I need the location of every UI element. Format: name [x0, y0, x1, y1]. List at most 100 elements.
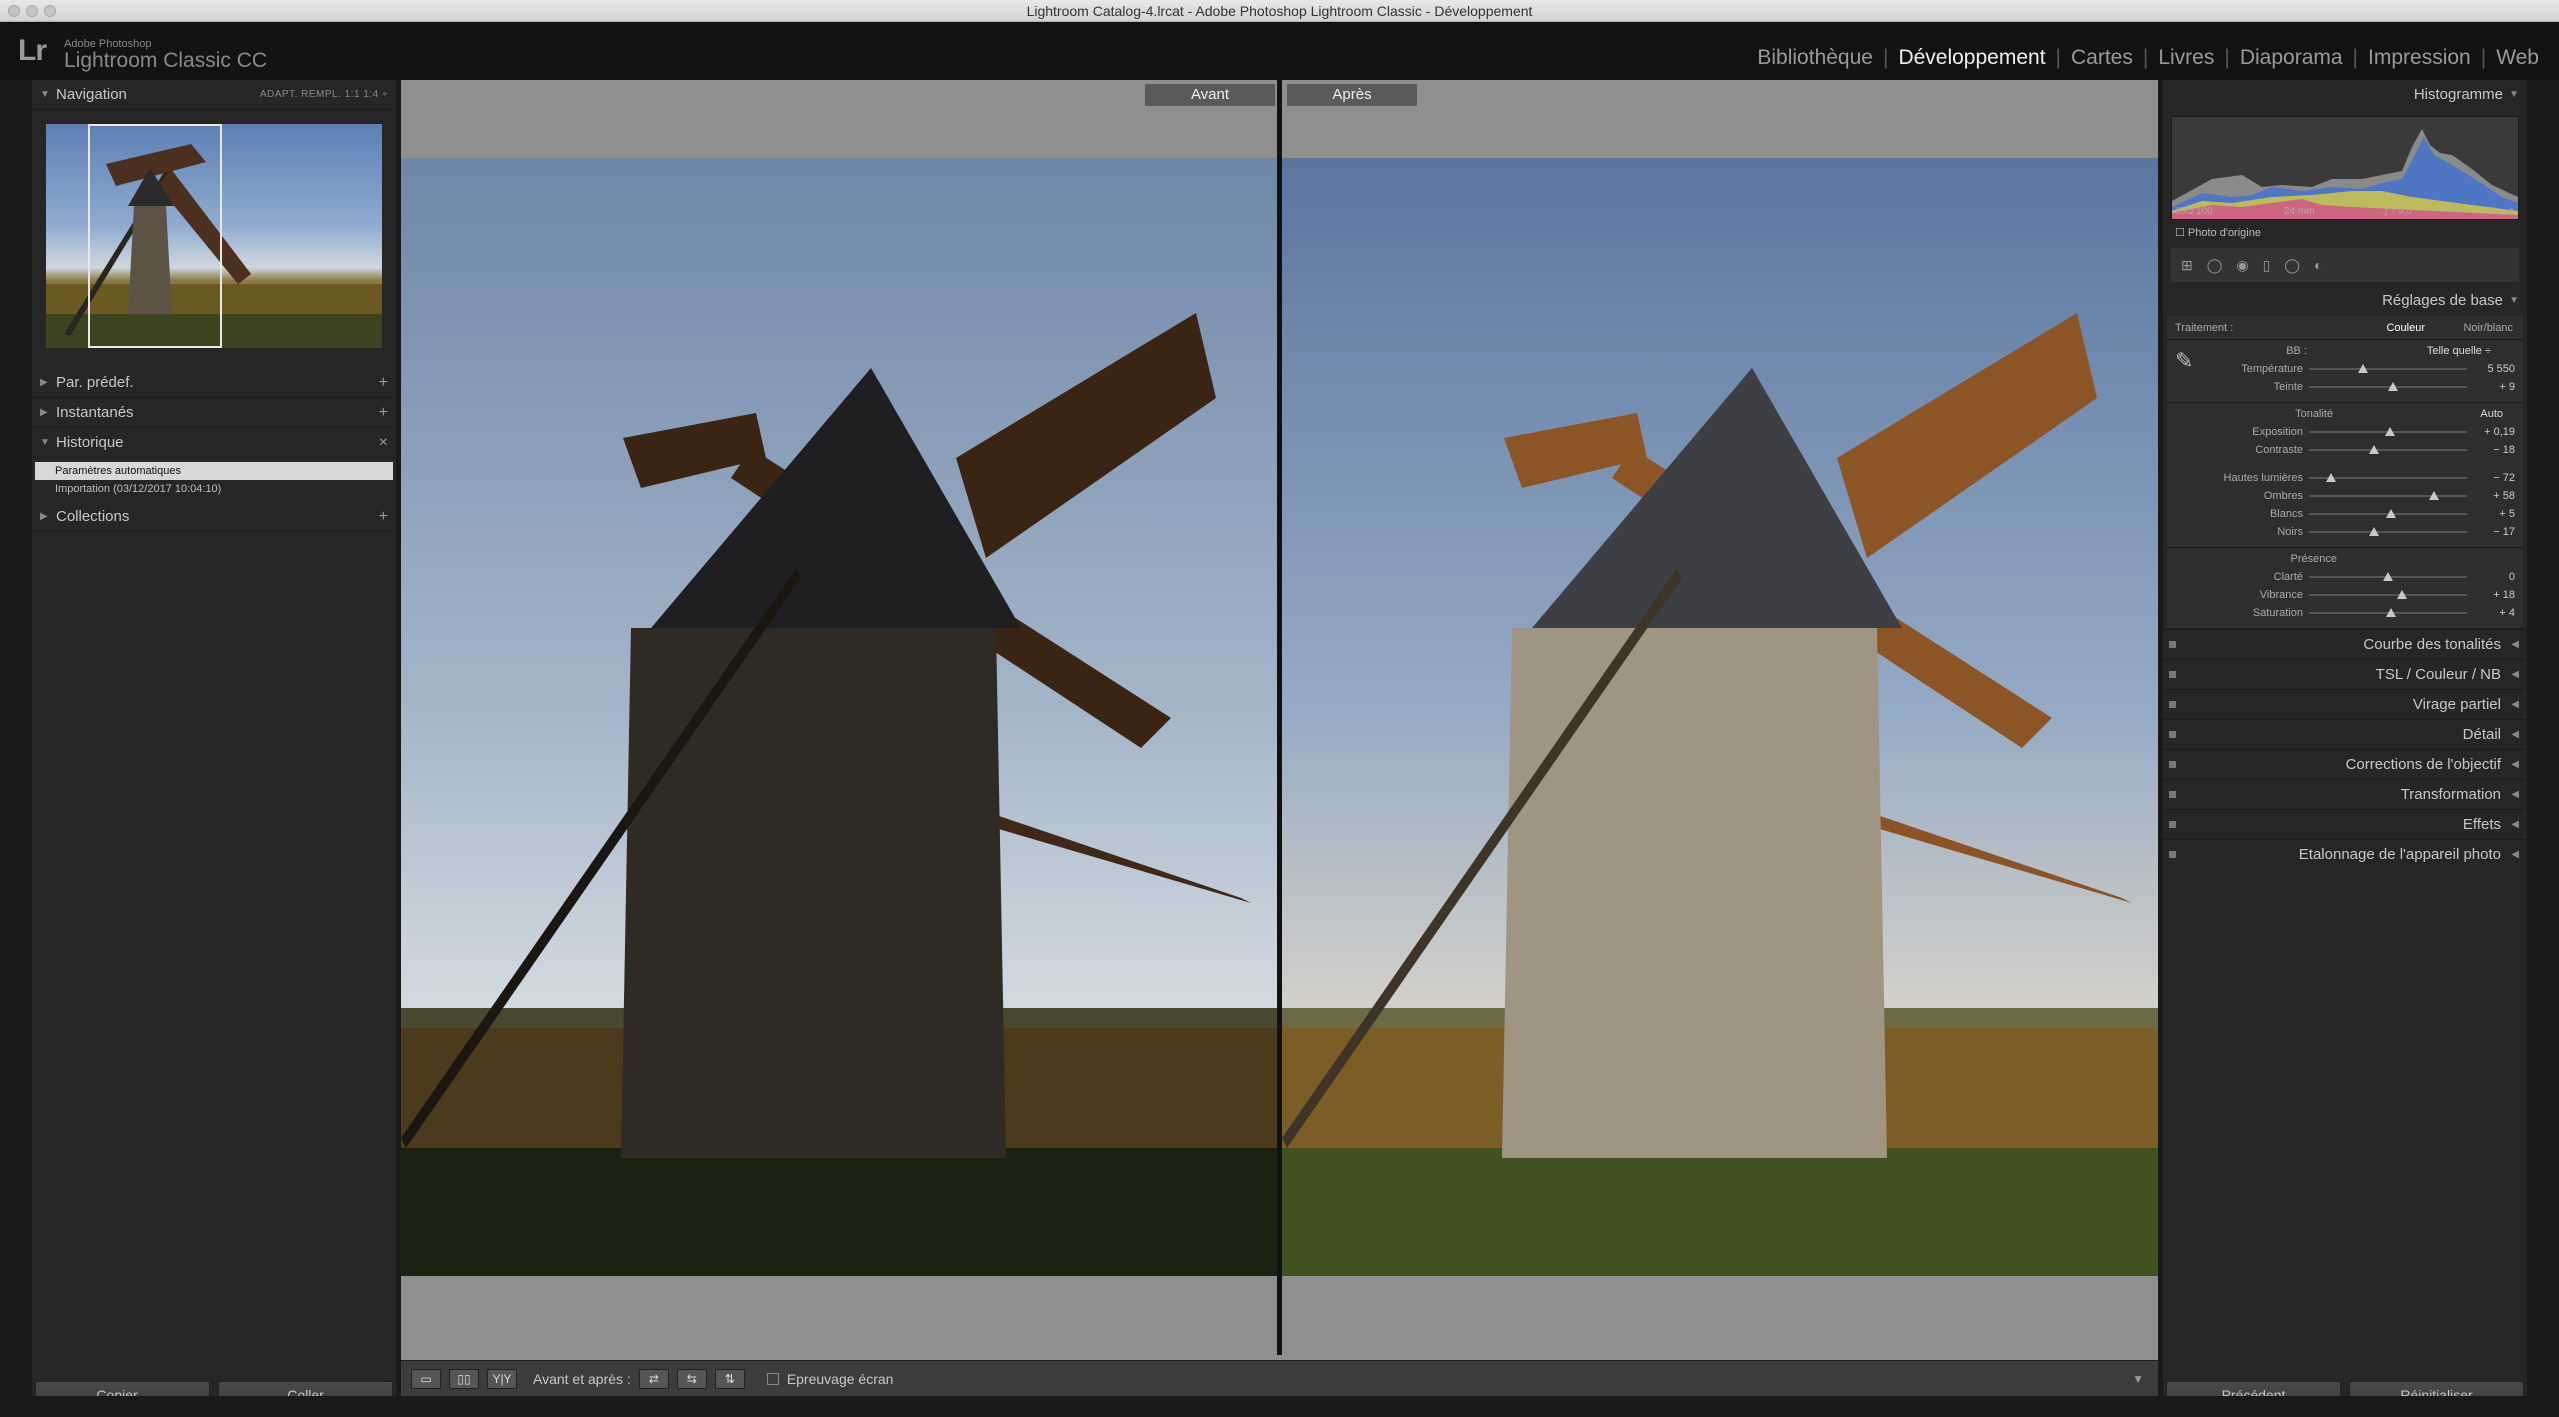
slider-value[interactable]: + 9	[2471, 378, 2515, 396]
presets-panel-header[interactable]: ▶ Par. prédef. +	[32, 368, 396, 398]
module-6[interactable]: Web	[2486, 46, 2549, 70]
loupe-view-button[interactable]: ▭	[411, 1368, 441, 1389]
before-after-mode-button[interactable]: Y|Y	[487, 1368, 517, 1389]
minimize-window-button[interactable]	[26, 5, 38, 17]
module-2[interactable]: Cartes	[2061, 46, 2143, 70]
slider-value[interactable]: 0	[2471, 568, 2515, 586]
slider-value[interactable]: − 18	[2471, 441, 2515, 459]
crop-icon[interactable]: ⊞	[2181, 257, 2193, 274]
panel-header-7[interactable]: Etalonnage de l'appareil photo ◀	[2163, 839, 2527, 869]
swap-before-after-button[interactable]: ⇅	[714, 1368, 745, 1389]
slider-track[interactable]	[2309, 368, 2467, 370]
slider-value[interactable]: + 18	[2471, 586, 2515, 604]
slider-track[interactable]	[2309, 531, 2467, 533]
zoom-options[interactable]: ADAPT. REMPL. 1:1 1:4 ÷	[260, 80, 388, 110]
adjustment-brush-icon[interactable]: ◐	[2314, 257, 2322, 273]
graduated-filter-icon[interactable]: ▯	[2263, 257, 2271, 274]
navigator-zoom-frame[interactable]	[88, 124, 222, 348]
bw-treatment-option[interactable]: Noir/blanc	[2463, 322, 2513, 334]
module-4[interactable]: Diaporama	[2230, 46, 2353, 70]
slider-track[interactable]	[2309, 594, 2467, 596]
slider-thumb[interactable]	[2383, 572, 2393, 581]
panel-header-4[interactable]: Corrections de l'objectif ◀	[2163, 749, 2527, 779]
slider-value[interactable]: − 17	[2471, 523, 2515, 541]
tone-row: Tonalité Auto	[2167, 405, 2523, 423]
panel-switch-icon[interactable]	[2169, 791, 2176, 798]
slider-thumb[interactable]	[2384, 427, 2395, 436]
panel-switch-icon[interactable]	[2169, 821, 2176, 828]
wb-dropdown[interactable]: Telle quelle ÷	[2427, 342, 2491, 360]
slider-thumb[interactable]	[2368, 527, 2379, 536]
slider-thumb[interactable]	[2428, 491, 2439, 500]
red-eye-icon[interactable]: ◉	[2236, 257, 2248, 274]
slider-thumb[interactable]	[2386, 608, 2397, 617]
module-5[interactable]: Impression	[2358, 46, 2481, 70]
histogram-display[interactable]: ISO 100 24 mm ƒ / 9,0 ¹⁄₄₀₀ s	[2171, 116, 2519, 220]
panel-switch-icon[interactable]	[2169, 641, 2176, 648]
slider-value[interactable]: + 0,19	[2471, 423, 2515, 441]
compare-view-button[interactable]: ▯▯	[449, 1368, 479, 1389]
slider-thumb[interactable]	[2368, 445, 2379, 454]
navigator-preview[interactable]	[46, 124, 382, 348]
slider-thumb[interactable]	[2357, 364, 2368, 373]
slider-track[interactable]	[2309, 495, 2467, 497]
copy-after-to-before-button[interactable]: ⇆	[676, 1368, 707, 1389]
panel-switch-icon[interactable]	[2169, 851, 2176, 858]
panel-header-3[interactable]: Détail ◀	[2163, 719, 2527, 749]
panel-header-2[interactable]: Virage partiel ◀	[2163, 689, 2527, 719]
panel-switch-icon[interactable]	[2169, 701, 2176, 708]
spot-removal-icon[interactable]: ◯	[2207, 257, 2223, 274]
slider-row: Saturation + 4	[2167, 604, 2523, 622]
slider-track[interactable]	[2309, 449, 2467, 451]
slider-value[interactable]: + 4	[2471, 604, 2515, 622]
before-photo[interactable]	[401, 158, 1277, 1276]
panel-switch-icon[interactable]	[2169, 731, 2176, 738]
panel-header-1[interactable]: TSL / Couleur / NB ◀	[2163, 659, 2527, 689]
history-item[interactable]: Importation (03/12/2017 10:04:10)	[35, 480, 393, 498]
slider-value[interactable]: − 72	[2471, 469, 2515, 487]
module-1[interactable]: Développement	[1888, 46, 2055, 70]
panel-header-0[interactable]: Courbe des tonalités ◀	[2163, 629, 2527, 659]
add-collection-icon[interactable]: +	[379, 502, 388, 532]
collections-panel-header[interactable]: ▶ Collections +	[32, 502, 396, 532]
basic-panel-header[interactable]: Réglages de base ▼	[2163, 286, 2527, 316]
slider-value[interactable]: 5 550	[2471, 360, 2515, 378]
slider-thumb[interactable]	[2386, 509, 2397, 518]
toolbar-menu-icon[interactable]: ▼	[2132, 1372, 2144, 1386]
slider-value[interactable]: + 5	[2471, 505, 2515, 523]
copy-before-to-after-button[interactable]: ⇄	[638, 1368, 669, 1389]
presence-label: Présence	[2290, 553, 2337, 565]
after-photo[interactable]	[1282, 158, 2158, 1276]
add-preset-icon[interactable]: +	[379, 368, 388, 398]
histogram-panel-header[interactable]: Histogramme ▼	[2163, 80, 2527, 110]
slider-thumb[interactable]	[2326, 473, 2337, 482]
module-0[interactable]: Bibliothèque	[1747, 46, 1883, 70]
snapshots-panel-header[interactable]: ▶ Instantanés +	[32, 398, 396, 428]
original-photo-toggle[interactable]: ☐ Photo d'origine	[2163, 220, 2527, 244]
navigation-panel-header[interactable]: ▼ Navigation ADAPT. REMPL. 1:1 1:4 ÷	[32, 80, 396, 110]
color-treatment-option[interactable]: Couleur	[2386, 322, 2425, 334]
slider-thumb[interactable]	[2397, 590, 2408, 599]
slider-row: Exposition + 0,19	[2167, 423, 2523, 441]
module-3[interactable]: Livres	[2148, 46, 2224, 70]
auto-tone-button[interactable]: Auto	[2480, 405, 2503, 423]
left-panel-edge[interactable]	[0, 80, 28, 1413]
expand-triangle-icon: ▶	[40, 511, 48, 522]
radial-filter-icon[interactable]: ◯	[2284, 257, 2300, 274]
clear-history-icon[interactable]: ×	[379, 428, 388, 458]
slider-thumb[interactable]	[2387, 382, 2398, 391]
softproof-checkbox[interactable]	[766, 1372, 779, 1385]
zoom-window-button[interactable]	[44, 5, 56, 17]
collections-title: Collections	[56, 508, 130, 525]
history-panel-header[interactable]: ▼ Historique ×	[32, 428, 396, 458]
panel-switch-icon[interactable]	[2169, 761, 2176, 768]
close-window-button[interactable]	[8, 5, 20, 17]
panel-header-6[interactable]: Effets ◀	[2163, 809, 2527, 839]
panel-switch-icon[interactable]	[2169, 671, 2176, 678]
add-snapshot-icon[interactable]: +	[379, 398, 388, 428]
history-item[interactable]: Paramètres automatiques	[35, 462, 393, 480]
panel-header-5[interactable]: Transformation ◀	[2163, 779, 2527, 809]
slider-value[interactable]: + 58	[2471, 487, 2515, 505]
filmstrip-edge[interactable]	[0, 1396, 2559, 1417]
right-panel-edge[interactable]	[2531, 80, 2559, 1413]
